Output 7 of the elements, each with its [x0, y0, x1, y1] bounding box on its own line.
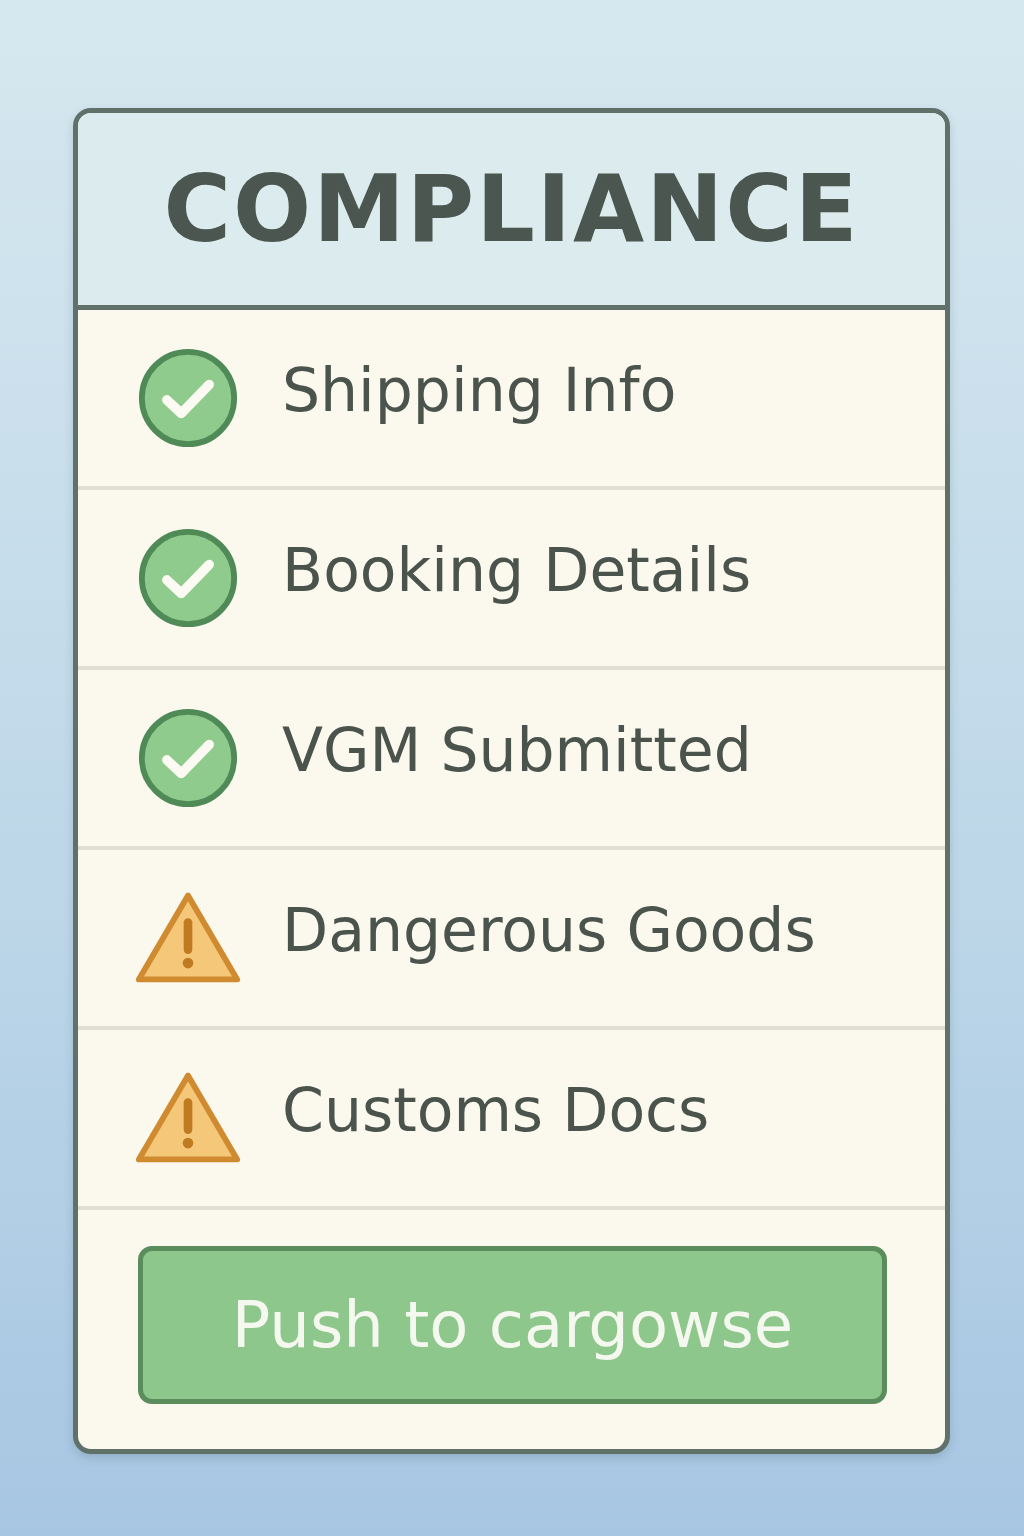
push-button[interactable]: Push to cargowse	[138, 1245, 887, 1404]
checklist-label: Customs Docs	[282, 1075, 710, 1145]
checklist-label: Shipping Info	[282, 355, 677, 425]
card-title: COMPLIANCE	[163, 155, 860, 263]
checklist-label: VGM Submitted	[282, 715, 752, 785]
checklist-label: Dangerous Goods	[282, 895, 816, 965]
checklist-label: Booking Details	[282, 535, 752, 605]
